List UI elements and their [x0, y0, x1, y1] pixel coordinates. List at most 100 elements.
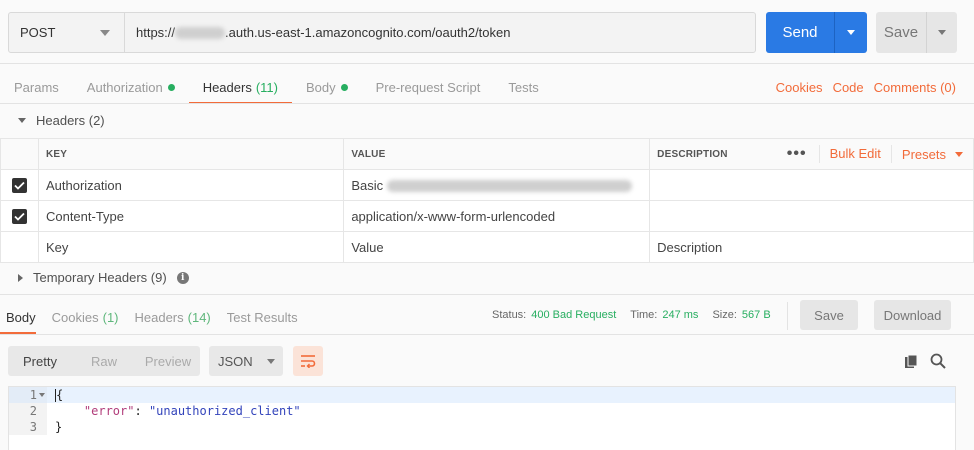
tab-pre-request-script[interactable]: Pre-request Script	[362, 72, 495, 103]
response-tab-cookies[interactable]: Cookies (1)	[44, 302, 127, 333]
code-line: 1 {	[9, 387, 955, 403]
wrap-icon	[301, 355, 316, 368]
size-info: Size: 567 B	[712, 309, 770, 321]
header-description-cell[interactable]	[649, 200, 974, 232]
preview-button[interactable]: Preview	[136, 346, 200, 376]
temporary-headers-toggle[interactable]: Temporary Headers (9) i	[18, 270, 189, 285]
response-tab-test-results[interactable]: Test Results	[219, 302, 306, 333]
tab-params[interactable]: Params	[0, 72, 73, 103]
save-dropdown[interactable]	[926, 12, 957, 53]
more-options-icon[interactable]: •••	[775, 145, 820, 163]
tab-label: Authorization	[86, 80, 163, 95]
wrap-lines-button[interactable]	[293, 346, 323, 376]
save-response-button[interactable]: Save	[800, 300, 858, 330]
value-redacted	[386, 180, 632, 193]
caret-right-icon	[18, 273, 23, 282]
tab-label: Pre-request Script	[375, 80, 481, 95]
table-row: Authorization Basic	[0, 169, 974, 201]
url-redacted	[175, 26, 226, 39]
response-status: Status: 400 Bad Request Time: 247 ms Size:…	[492, 309, 771, 321]
request-links: Cookies Code Comments (0)	[776, 72, 956, 103]
bulk-edit-link[interactable]: Bulk Edit	[820, 145, 892, 163]
header-key-cell[interactable]: Content-Type	[37, 200, 345, 232]
chevron-down-icon	[955, 151, 963, 157]
headers-section-toggle[interactable]: Headers (2)	[18, 113, 105, 128]
comments-link[interactable]: Comments (0)	[874, 80, 956, 95]
divider	[0, 334, 974, 335]
request-bar: POST https:// .auth.us-east-1.amazoncogn…	[8, 12, 756, 53]
column-value: VALUE	[343, 138, 651, 170]
header-value-cell[interactable]: application/x-www-form-urlencoded	[343, 200, 651, 232]
tab-label: Headers	[202, 80, 252, 95]
size-label: Size:	[712, 309, 737, 321]
copy-icon[interactable]	[904, 354, 919, 372]
url-prefix: https://	[136, 25, 176, 40]
headers-section-title: Headers (2)	[36, 113, 105, 128]
header-value-text: Basic	[351, 177, 384, 193]
fold-icon[interactable]	[39, 393, 45, 397]
language-select[interactable]: JSON	[209, 346, 283, 376]
cookies-link[interactable]: Cookies	[776, 80, 823, 95]
divider	[0, 294, 974, 295]
temporary-headers-title: Temporary Headers (9)	[33, 270, 167, 285]
tab-tests[interactable]: Tests	[494, 72, 552, 103]
tab-label: Cookies	[51, 310, 99, 325]
row-checkbox-cell	[0, 169, 39, 201]
row-checkbox-cell	[0, 200, 39, 232]
code-line: 2 "error": "unauthorized_client"	[9, 403, 955, 419]
divider	[0, 103, 974, 104]
tab-label: Body	[6, 310, 36, 325]
status-label: Status:	[492, 309, 527, 321]
line-number: 1	[9, 387, 47, 403]
download-button[interactable]: Download	[874, 300, 951, 330]
response-tab-headers[interactable]: Headers (14)	[127, 302, 219, 333]
tab-authorization[interactable]: Authorization	[73, 72, 189, 103]
pretty-button[interactable]: Pretty	[8, 346, 72, 376]
column-key: KEY	[37, 138, 345, 170]
response-body-editor[interactable]: 1 { 2 "error": "unauthorized_client" 3 }	[8, 386, 956, 450]
header-key-cell[interactable]: Authorization	[37, 169, 345, 201]
column-description: DESCRIPTION	[649, 138, 768, 170]
value-placeholder[interactable]: Value	[343, 231, 651, 263]
chevron-down-icon	[100, 30, 110, 36]
checkbox-checked[interactable]	[11, 178, 27, 194]
time-value[interactable]: 247 ms	[662, 309, 698, 321]
send-label: Send	[782, 24, 818, 41]
checkbox-checked[interactable]	[11, 209, 27, 225]
raw-button[interactable]: Raw	[72, 346, 136, 376]
info-icon[interactable]: i	[176, 271, 189, 284]
code-text: }	[55, 420, 63, 434]
description-placeholder[interactable]: Description	[649, 231, 974, 263]
tab-body[interactable]: Body	[292, 72, 362, 103]
header-description-cell[interactable]	[649, 169, 974, 201]
send-dropdown[interactable]	[834, 12, 867, 53]
method-select[interactable]: POST	[9, 13, 125, 52]
status-info: Status: 400 Bad Request	[492, 309, 616, 321]
chevron-down-icon	[847, 30, 855, 35]
key-placeholder[interactable]: Key	[37, 231, 345, 263]
header-value-cell[interactable]: Basic	[343, 169, 651, 201]
status-dot-icon	[167, 84, 175, 91]
tab-count: (14)	[187, 310, 211, 325]
search-icon[interactable]	[930, 353, 946, 372]
code-link[interactable]: Code	[833, 80, 864, 95]
code-line: 3 }	[9, 419, 955, 435]
caret-down-icon	[18, 118, 26, 123]
url-input[interactable]: https:// .auth.us-east-1.amazoncognito.c…	[125, 13, 755, 52]
divider	[0, 63, 974, 64]
status-value[interactable]: 400 Bad Request	[531, 309, 616, 321]
response-tab-body[interactable]: Body	[0, 302, 44, 334]
tab-label: Headers	[134, 310, 184, 325]
presets-label: Presets	[901, 146, 946, 162]
send-button[interactable]: Send	[766, 12, 867, 53]
header-cell-check	[0, 138, 39, 170]
language-label: JSON	[218, 353, 253, 369]
tab-headers[interactable]: Headers (11)	[188, 72, 293, 104]
tab-label: Test Results	[226, 310, 298, 325]
json-key: "error"	[83, 404, 135, 418]
size-value[interactable]: 567 B	[742, 309, 771, 321]
presets-dropdown[interactable]: Presets	[892, 147, 973, 162]
header-tools: ••• Bulk Edit Presets	[767, 138, 974, 170]
save-button[interactable]: Save	[876, 12, 957, 53]
view-mode-toggle: Pretty Raw Preview	[8, 346, 200, 376]
